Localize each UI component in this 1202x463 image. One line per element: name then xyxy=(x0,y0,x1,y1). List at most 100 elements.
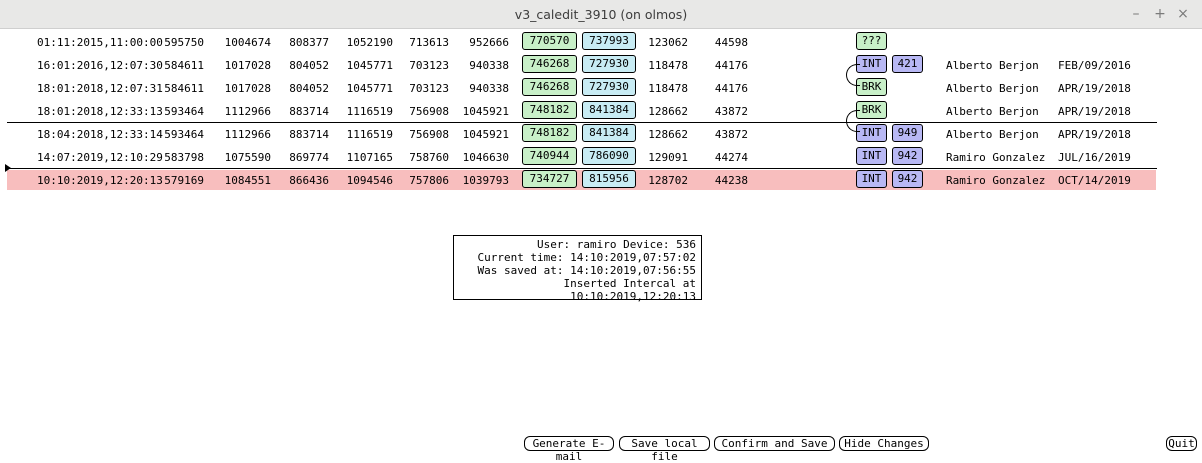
cell-value: 44176 xyxy=(714,59,748,72)
cell-date: JUL/16/2019 xyxy=(1058,151,1131,164)
cell-value: 593464 xyxy=(164,128,204,141)
editable-value-blue[interactable]: 737993 xyxy=(582,32,636,50)
editable-value-blue[interactable]: 815956 xyxy=(582,170,636,188)
editable-value-green[interactable]: 746268 xyxy=(522,55,577,73)
cell-value: 44176 xyxy=(714,82,748,95)
status-tag-brk[interactable]: BRK xyxy=(856,101,887,119)
cell-value: 129091 xyxy=(648,151,688,164)
info-user: User: ramiro Device: 536 xyxy=(537,238,696,251)
intercal-id-tag[interactable]: 949 xyxy=(892,124,923,142)
status-tag-q[interactable]: ??? xyxy=(856,32,887,50)
info-inserted-intercal: Inserted Intercal at 10:10:2019,12:20:13 xyxy=(563,277,696,303)
editable-value-green[interactable]: 734727 xyxy=(522,170,577,188)
cell-value: 940338 xyxy=(469,82,509,95)
cell-value: 128662 xyxy=(648,105,688,118)
cell-value: 1094546 xyxy=(346,174,393,187)
cell-value: 703123 xyxy=(409,82,449,95)
editable-value-green[interactable]: 746268 xyxy=(522,78,577,96)
cell-value: 869774 xyxy=(289,151,329,164)
cell-value: 43872 xyxy=(714,105,748,118)
table-row[interactable]: 16:01:2016,12:07:30 584611 1017028 804052 10… xyxy=(0,54,1202,77)
row-separator xyxy=(7,168,1157,169)
editable-value-green[interactable]: 770570 xyxy=(522,32,577,50)
cell-value: 883714 xyxy=(289,105,329,118)
editable-value-blue[interactable]: 727930 xyxy=(582,78,636,96)
editable-value-green[interactable]: 740944 xyxy=(522,147,577,165)
table-row[interactable]: 10:10:2019,12:20:13 579169 1084551 866436 10… xyxy=(0,169,1202,192)
cell-value: 756908 xyxy=(409,128,449,141)
cell-value: 883714 xyxy=(289,128,329,141)
cell-value: 713613 xyxy=(409,36,449,49)
cell-date: APR/19/2018 xyxy=(1058,105,1131,118)
cell-value: 595750 xyxy=(164,36,204,49)
status-tag-int[interactable]: INT xyxy=(856,124,887,142)
cell-value: 1116519 xyxy=(346,105,393,118)
editable-value-blue[interactable]: 841384 xyxy=(582,101,636,119)
cell-value: 118478 xyxy=(648,82,688,95)
status-tag-int[interactable]: INT xyxy=(856,55,887,73)
cell-value: 1004674 xyxy=(224,36,271,49)
table-row[interactable]: 14:07:2019,12:10:29 583798 1075590 869774 11… xyxy=(0,146,1202,169)
cell-value: 123062 xyxy=(648,36,688,49)
cell-value: 1084551 xyxy=(224,174,271,187)
cell-value: 1112966 xyxy=(224,128,271,141)
cell-value: 1045921 xyxy=(462,105,509,118)
cell-value: 44238 xyxy=(714,174,748,187)
cell-value: 1116519 xyxy=(346,128,393,141)
status-tag-int[interactable]: INT xyxy=(856,147,887,165)
cell-user: Alberto Berjon xyxy=(946,128,1039,141)
cell-value: 44598 xyxy=(714,36,748,49)
intercal-id-tag[interactable]: 942 xyxy=(892,170,923,188)
row-separator xyxy=(7,122,1157,123)
cell-value: 758760 xyxy=(409,151,449,164)
calibration-editor: 01:11:2015,11:00:00 595750 1004674 808377 10… xyxy=(0,29,1202,463)
cell-date: OCT/14/2019 xyxy=(1058,174,1131,187)
cell-value: 804052 xyxy=(289,59,329,72)
cell-value: 593464 xyxy=(164,105,204,118)
intercal-id-tag[interactable]: 942 xyxy=(892,147,923,165)
hide-changes-button[interactable]: Hide Changes xyxy=(839,436,929,451)
editable-value-blue[interactable]: 786090 xyxy=(582,147,636,165)
cell-value: 757806 xyxy=(409,174,449,187)
cell-value: 866436 xyxy=(289,174,329,187)
confirm-and-save-button[interactable]: Confirm and Save xyxy=(714,436,835,451)
cell-value: 128662 xyxy=(648,128,688,141)
cell-value: 1045771 xyxy=(346,82,393,95)
table-row[interactable]: 18:04:2018,12:33:14 593464 1112966 883714 11… xyxy=(0,123,1202,146)
cell-datetime: 18:01:2018,12:07:31 xyxy=(37,82,163,95)
editable-value-green[interactable]: 748182 xyxy=(522,124,577,142)
cell-value: 808377 xyxy=(289,36,329,49)
cell-value: 579169 xyxy=(164,174,204,187)
cell-value: 128702 xyxy=(648,174,688,187)
cell-datetime: 10:10:2019,12:20:13 xyxy=(37,174,163,187)
info-current-time: Current time: 14:10:2019,07:57:02 xyxy=(477,251,696,264)
status-tag-int[interactable]: INT xyxy=(856,170,887,188)
save-local-file-button[interactable]: Save local file xyxy=(619,436,710,463)
table-row[interactable]: 01:11:2015,11:00:00 595750 1004674 808377 10… xyxy=(0,31,1202,54)
cell-date: FEB/09/2016 xyxy=(1058,59,1131,72)
maximize-icon[interactable]: + xyxy=(1151,5,1169,23)
quit-button[interactable]: Quit xyxy=(1166,436,1197,451)
cell-value: 1075590 xyxy=(224,151,271,164)
table-row[interactable]: 18:01:2018,12:33:13 593464 1112966 883714 11… xyxy=(0,100,1202,123)
cell-value: 952666 xyxy=(469,36,509,49)
status-tag-brk[interactable]: BRK xyxy=(856,78,887,96)
generate-email-button[interactable]: Generate E-mail xyxy=(524,436,614,463)
cell-datetime: 16:01:2016,12:07:30 xyxy=(37,59,163,72)
cell-value: 940338 xyxy=(469,59,509,72)
table-row[interactable]: 18:01:2018,12:07:31 584611 1017028 804052 10… xyxy=(0,77,1202,100)
editable-value-green[interactable]: 748182 xyxy=(522,101,577,119)
close-icon[interactable]: × xyxy=(1174,5,1192,23)
cell-value: 43872 xyxy=(714,128,748,141)
editable-value-blue[interactable]: 727930 xyxy=(582,55,636,73)
window-titlebar: v3_caledit_3910 (on olmos) – + × xyxy=(0,0,1202,29)
window-title: v3_caledit_3910 (on olmos) xyxy=(514,7,688,22)
session-info-box: User: ramiro Device: 536 Current time: 1… xyxy=(453,235,702,303)
editable-value-blue[interactable]: 841384 xyxy=(582,124,636,142)
cell-date: APR/19/2018 xyxy=(1058,128,1131,141)
cell-value: 1045921 xyxy=(462,128,509,141)
intercal-id-tag[interactable]: 421 xyxy=(892,55,923,73)
cell-value: 804052 xyxy=(289,82,329,95)
cell-date: APR/19/2018 xyxy=(1058,82,1131,95)
minimize-icon[interactable]: – xyxy=(1127,5,1145,23)
